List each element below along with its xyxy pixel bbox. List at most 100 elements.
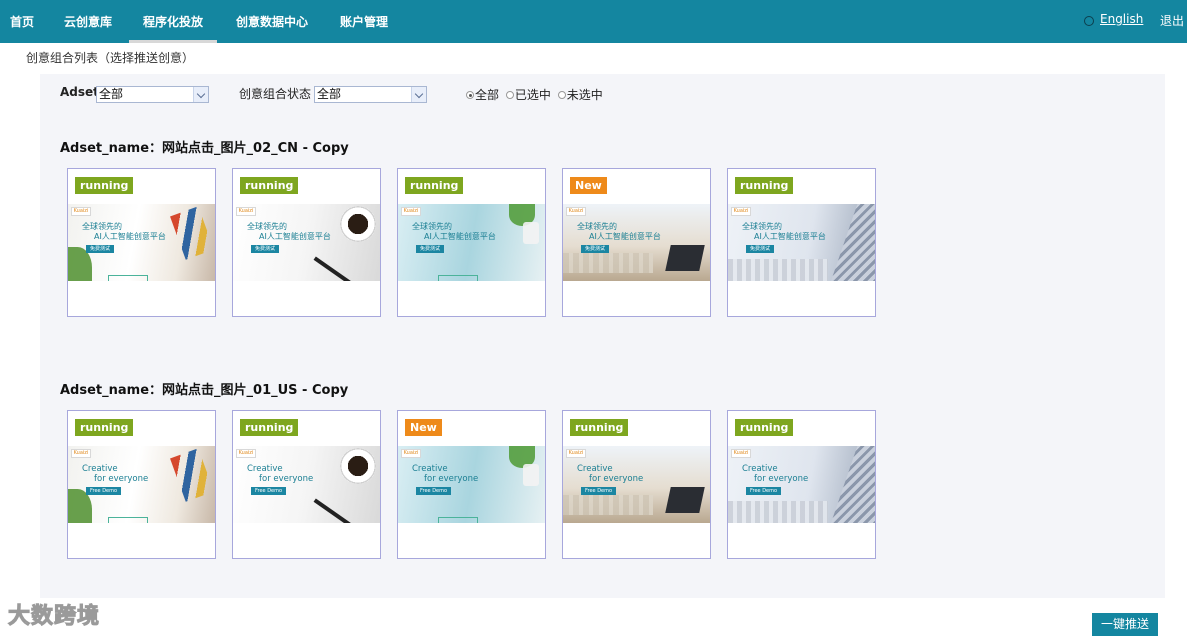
brand-logo: Kuaizi bbox=[401, 207, 421, 216]
headline-line-1: 全球领先的 bbox=[412, 222, 452, 231]
headline-line-2: AI人工智能创意平台 bbox=[754, 232, 826, 241]
creative-decoration bbox=[340, 448, 376, 484]
creative-headline: 全球领先的 AI人工智能创意平台 bbox=[247, 222, 331, 242]
creative-card[interactable]: running Kuaizi 全球领先的 AI人工智能创意平台 免费测试 bbox=[232, 168, 381, 317]
creative-image: Kuaizi Creative for everyone Free Demo bbox=[233, 446, 380, 523]
creative-card[interactable]: running Kuaizi 全球领先的 AI人工智能创意平台 免费测试 bbox=[397, 168, 546, 317]
radio-label: 未选中 bbox=[566, 88, 603, 102]
creative-card[interactable]: running Kuaizi 全球领先的 AI人工智能创意平台 免费测试 bbox=[67, 168, 216, 317]
nav-item-home[interactable]: 首页 bbox=[10, 0, 34, 43]
status-badge: New bbox=[570, 177, 607, 194]
logout-link[interactable]: 退出 bbox=[1160, 12, 1184, 29]
creative-card[interactable]: New Kuaizi 全球领先的 AI人工智能创意平台 免费测试 bbox=[562, 168, 711, 317]
radio-unselected[interactable]: 未选中 bbox=[557, 86, 603, 103]
creative-cta: 免费测试 bbox=[746, 245, 775, 253]
creative-image: Kuaizi Creative for everyone Free Demo bbox=[728, 446, 875, 523]
creative-decoration bbox=[728, 259, 828, 281]
creative-decoration bbox=[523, 464, 539, 486]
creative-decoration bbox=[170, 448, 214, 502]
creative-cta: 免费测试 bbox=[251, 245, 280, 253]
creative-decoration bbox=[523, 222, 539, 244]
radio-label: 已选中 bbox=[514, 88, 551, 102]
adset-filter-label: Adset bbox=[60, 85, 99, 99]
creative-decoration bbox=[665, 245, 705, 271]
headline-line-2: for everyone bbox=[589, 474, 644, 484]
creative-panel: Adset 全部 创意组合状态 全部 全部 已选中 未选中 Adset_name… bbox=[40, 74, 1165, 598]
status-badge: running bbox=[735, 419, 794, 436]
radio-dot-icon bbox=[505, 91, 514, 99]
language-link[interactable]: English bbox=[1100, 12, 1143, 26]
headline-line-2: for everyone bbox=[754, 474, 809, 484]
creative-decoration bbox=[831, 446, 875, 523]
creative-headline: 全球领先的 AI人工智能创意平台 bbox=[412, 222, 496, 242]
radio-dot-icon bbox=[557, 91, 566, 99]
nav-item-cloud-library[interactable]: 云创意库 bbox=[64, 0, 112, 43]
creative-decoration bbox=[563, 253, 653, 273]
status-badge: running bbox=[75, 419, 134, 436]
creative-decoration bbox=[438, 275, 478, 281]
brand-logo: Kuaizi bbox=[71, 449, 91, 458]
adset-select-value: 全部 bbox=[99, 87, 124, 101]
headline-line-1: Creative bbox=[577, 464, 613, 474]
brand-logo: Kuaizi bbox=[236, 449, 256, 458]
creative-cta: 免费测试 bbox=[581, 245, 610, 253]
headline-line-2: AI人工智能创意平台 bbox=[94, 232, 166, 241]
brand-logo: Kuaizi bbox=[71, 207, 91, 216]
creative-decoration bbox=[831, 204, 875, 281]
adset-select[interactable]: 全部 bbox=[96, 86, 209, 103]
headline-line-2: AI人工智能创意平台 bbox=[424, 232, 496, 241]
status-filter-label: 创意组合状态 bbox=[239, 87, 312, 101]
creative-card[interactable]: running Kuaizi Creative for everyone Free De… bbox=[562, 410, 711, 559]
status-badge: running bbox=[735, 177, 794, 194]
creative-image: Kuaizi 全球领先的 AI人工智能创意平台 免费测试 bbox=[68, 204, 215, 281]
creative-decoration bbox=[313, 498, 359, 523]
nav-item-data-center[interactable]: 创意数据中心 bbox=[236, 0, 308, 43]
top-nav: 首页 云创意库 程序化投放 创意数据中心 账户管理 English 退出 bbox=[0, 0, 1187, 43]
headline-line-1: 全球领先的 bbox=[247, 222, 287, 231]
creative-image: Kuaizi 全球领先的 AI人工智能创意平台 免费测试 bbox=[233, 204, 380, 281]
status-badge: New bbox=[405, 419, 442, 436]
page-subtitle: 创意组合列表（选择推送创意） bbox=[26, 51, 195, 65]
creative-card[interactable]: running Kuaizi Creative for everyone Free De… bbox=[727, 410, 876, 559]
chevron-down-icon bbox=[411, 87, 426, 102]
headline-line-1: Creative bbox=[742, 464, 778, 474]
status-select[interactable]: 全部 bbox=[314, 86, 427, 103]
status-badge: running bbox=[405, 177, 464, 194]
adset-title: Adset_name：网站点击_图片_01_US - Copy bbox=[60, 383, 349, 398]
radio-dot-icon bbox=[466, 91, 474, 99]
creative-decoration bbox=[438, 517, 478, 523]
creative-cta: Free Demo bbox=[746, 487, 782, 495]
nav-item-programmatic[interactable]: 程序化投放 bbox=[128, 0, 218, 43]
creative-decoration bbox=[563, 495, 653, 515]
headline-line-1: Creative bbox=[412, 464, 448, 474]
creative-image: Kuaizi Creative for everyone Free Demo bbox=[68, 446, 215, 523]
creative-cta: 免费测试 bbox=[86, 245, 115, 253]
creative-card[interactable]: running Kuaizi 全球领先的 AI人工智能创意平台 免费测试 bbox=[727, 168, 876, 317]
creative-decoration bbox=[665, 487, 705, 513]
creative-headline: Creative for everyone bbox=[742, 464, 808, 484]
creative-image: Kuaizi Creative for everyone Free Demo bbox=[398, 446, 545, 523]
creative-decoration bbox=[108, 275, 148, 281]
nav-item-account[interactable]: 账户管理 bbox=[340, 0, 388, 43]
watermark-text: 大数跨境 bbox=[7, 604, 101, 630]
creative-card[interactable]: New Kuaizi Creative for everyone Free Demo bbox=[397, 410, 546, 559]
creative-decoration bbox=[728, 501, 828, 523]
creative-cta: Free Demo bbox=[251, 487, 287, 495]
creative-headline: Creative for everyone bbox=[412, 464, 478, 484]
globe-icon bbox=[1084, 16, 1094, 26]
creative-cta: Free Demo bbox=[581, 487, 617, 495]
push-all-button[interactable]: 一键推送 bbox=[1092, 613, 1158, 636]
headline-line-2: for everyone bbox=[94, 474, 149, 484]
chevron-down-icon bbox=[193, 87, 208, 102]
headline-line-1: Creative bbox=[247, 464, 283, 474]
brand-logo: Kuaizi bbox=[731, 449, 751, 458]
creative-card[interactable]: running Kuaizi Creative for everyone Free De… bbox=[232, 410, 381, 559]
radio-selected[interactable]: 已选中 bbox=[505, 86, 551, 103]
status-badge: running bbox=[240, 177, 299, 194]
creative-image: Kuaizi 全球领先的 AI人工智能创意平台 免费测试 bbox=[563, 204, 710, 281]
creative-card[interactable]: running Kuaizi Creative for everyone Free De… bbox=[67, 410, 216, 559]
creative-headline: 全球领先的 AI人工智能创意平台 bbox=[577, 222, 661, 242]
radio-label: 全部 bbox=[475, 88, 500, 102]
radio-all[interactable]: 全部 bbox=[466, 86, 499, 103]
status-select-value: 全部 bbox=[317, 87, 342, 101]
